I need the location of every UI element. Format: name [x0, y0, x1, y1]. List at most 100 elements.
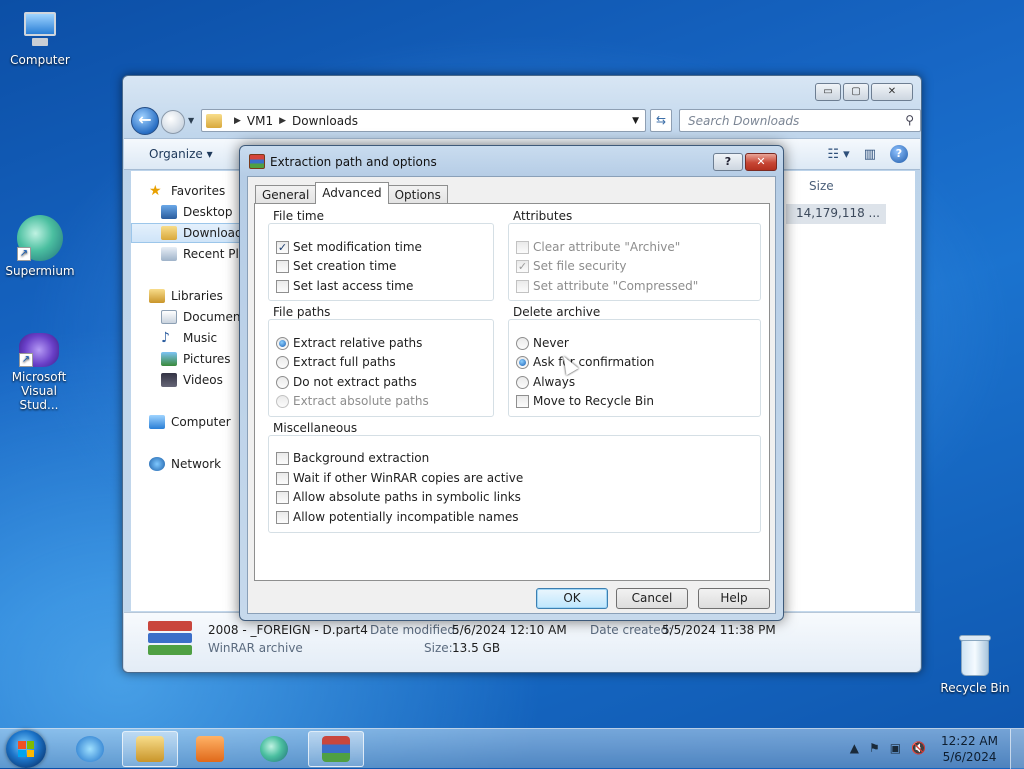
option-move-to-recycle-bin[interactable]: Move to Recycle Bin: [516, 394, 654, 408]
volume-muted-icon[interactable]: 🔇: [911, 741, 926, 755]
close-button[interactable]: ✕: [871, 83, 913, 101]
desktop-icon-visual-studio[interactable]: ↗ Microsoft Visual Stud...: [0, 333, 78, 412]
maximize-button[interactable]: ▢: [843, 83, 869, 101]
taskbar-media-player[interactable]: [182, 731, 238, 767]
action-center-flag-icon[interactable]: ⚑: [869, 741, 880, 755]
checkbox[interactable]: [276, 279, 289, 293]
group-title: Delete archive: [511, 305, 603, 319]
taskbar-supermium[interactable]: [246, 731, 302, 767]
checkbox[interactable]: [276, 510, 289, 524]
desktop-icon-label: Microsoft Visual Stud...: [11, 370, 67, 412]
checkbox[interactable]: [516, 394, 529, 408]
address-bar[interactable]: ▶ VM1 ▶ Downloads ▼: [201, 109, 646, 132]
checkbox[interactable]: [276, 451, 289, 465]
forward-button[interactable]: [161, 110, 185, 134]
help-button[interactable]: Help: [698, 588, 770, 609]
radio-button[interactable]: [276, 355, 289, 369]
downloads-folder-icon: [161, 226, 177, 240]
clock[interactable]: 12:22 AM 5/6/2024: [941, 733, 998, 765]
chevron-right-icon[interactable]: ▶: [234, 116, 241, 126]
option-set-last-access-time[interactable]: Set last access time: [276, 279, 413, 293]
breadcrumb-downloads[interactable]: Downloads: [292, 114, 358, 128]
desktop-icon-computer[interactable]: Computer: [0, 10, 80, 67]
radio-button[interactable]: [516, 355, 529, 369]
checkbox[interactable]: [276, 490, 289, 504]
option-label: Always: [533, 375, 576, 389]
network-icon[interactable]: ▣: [890, 741, 901, 755]
cancel-button[interactable]: Cancel: [616, 588, 688, 609]
column-header-size[interactable]: Size: [809, 179, 834, 193]
taskbar-winrar[interactable]: [308, 731, 364, 767]
chevron-right-icon[interactable]: ▶: [279, 116, 286, 126]
supermium-icon: [260, 736, 288, 762]
nav-libraries[interactable]: Libraries: [149, 286, 223, 306]
ok-button[interactable]: OK: [536, 588, 608, 609]
radio-extract-full-paths[interactable]: Extract full paths: [276, 355, 396, 369]
desktop-icon-label: Recycle Bin: [940, 681, 1010, 695]
nav-label: Computer: [171, 415, 231, 429]
radio-button[interactable]: [516, 336, 529, 350]
view-options-icon[interactable]: ☷ ▾: [827, 147, 849, 162]
minimize-button[interactable]: ▭: [815, 83, 841, 101]
search-input[interactable]: Search Downloads ⚲: [679, 109, 921, 132]
radio-do-not-extract-paths[interactable]: Do not extract paths: [276, 375, 417, 389]
show-hidden-icons-icon[interactable]: ▲: [850, 741, 859, 755]
chevron-down-icon[interactable]: ▼: [632, 116, 639, 126]
organize-button[interactable]: Organize ▾: [149, 147, 213, 161]
checkbox[interactable]: ✓: [276, 240, 289, 254]
help-icon[interactable]: ?: [890, 145, 908, 163]
option-background-extraction[interactable]: Background extraction: [276, 451, 429, 465]
close-dialog-button[interactable]: ✕: [745, 153, 777, 171]
nav-network[interactable]: Network: [149, 454, 221, 474]
option-label: Extract relative paths: [293, 336, 423, 350]
option-set-modification-time[interactable]: ✓ Set modification time: [276, 240, 422, 254]
group-title: File paths: [271, 305, 333, 319]
show-desktop-button[interactable]: [1010, 729, 1024, 769]
size-label: Size:: [424, 641, 453, 655]
preview-pane-icon[interactable]: ▥: [864, 147, 876, 162]
nav-pictures[interactable]: Pictures: [161, 349, 231, 369]
radio-never[interactable]: Never: [516, 336, 569, 350]
option-allow-absolute-symlinks[interactable]: Allow absolute paths in symbolic links: [276, 490, 521, 504]
group-file-time: File time ✓ Set modification time Set cre…: [268, 209, 494, 301]
checkbox[interactable]: [276, 259, 289, 273]
option-wait-other-copies[interactable]: Wait if other WinRAR copies are active: [276, 471, 523, 485]
taskbar-explorer[interactable]: [122, 731, 178, 767]
nav-videos[interactable]: Videos: [161, 370, 223, 390]
desktop-icon-supermium[interactable]: ↗ Supermium: [0, 215, 80, 278]
file-size-cell[interactable]: 14,179,118 ...: [786, 204, 886, 224]
nav-downloads[interactable]: Downloads: [131, 223, 251, 243]
nav-music[interactable]: ♪ Music: [161, 328, 217, 348]
checkbox[interactable]: [276, 471, 289, 485]
option-set-creation-time[interactable]: Set creation time: [276, 259, 396, 273]
music-icon: ♪: [161, 330, 170, 346]
tab-advanced[interactable]: Advanced: [315, 182, 389, 204]
refresh-button[interactable]: ⇆: [650, 109, 672, 132]
tab-options[interactable]: Options: [387, 185, 448, 204]
nav-documents[interactable]: Documents: [161, 307, 251, 327]
taskbar-internet-explorer[interactable]: [62, 731, 118, 767]
desktop-icon-recycle-bin[interactable]: Recycle Bin: [935, 632, 1015, 695]
media-player-icon: [196, 736, 224, 762]
radio-button[interactable]: [276, 336, 289, 350]
option-clear-archive-attribute: Clear attribute "Archive": [516, 240, 680, 254]
nav-desktop[interactable]: Desktop: [161, 202, 233, 222]
radio-button[interactable]: [276, 375, 289, 389]
nav-favorites[interactable]: ★ Favorites: [149, 181, 225, 201]
tab-general[interactable]: General: [255, 185, 317, 204]
option-allow-incompatible-names[interactable]: Allow potentially incompatible names: [276, 510, 519, 524]
radio-ask-for-confirmation[interactable]: Ask for confirmation: [516, 355, 654, 369]
start-button[interactable]: [6, 730, 46, 768]
recent-pages-dropdown[interactable]: ▼: [188, 116, 194, 125]
option-label: Clear attribute "Archive": [533, 240, 681, 254]
breadcrumb-vm1[interactable]: VM1: [247, 114, 273, 128]
radio-button[interactable]: [516, 375, 529, 389]
search-icon[interactable]: ⚲: [905, 113, 914, 127]
help-title-button[interactable]: ?: [713, 153, 743, 171]
back-button[interactable]: ←: [131, 107, 159, 135]
radio-always[interactable]: Always: [516, 375, 575, 389]
nav-computer[interactable]: Computer: [149, 412, 231, 432]
radio-extract-relative-paths[interactable]: Extract relative paths: [276, 336, 422, 350]
navigation-bar: ← ▼ ▶ VM1 ▶ Downloads ▼ ⇆ Search Downloa…: [131, 106, 921, 135]
option-label: Allow absolute paths in symbolic links: [293, 490, 521, 504]
